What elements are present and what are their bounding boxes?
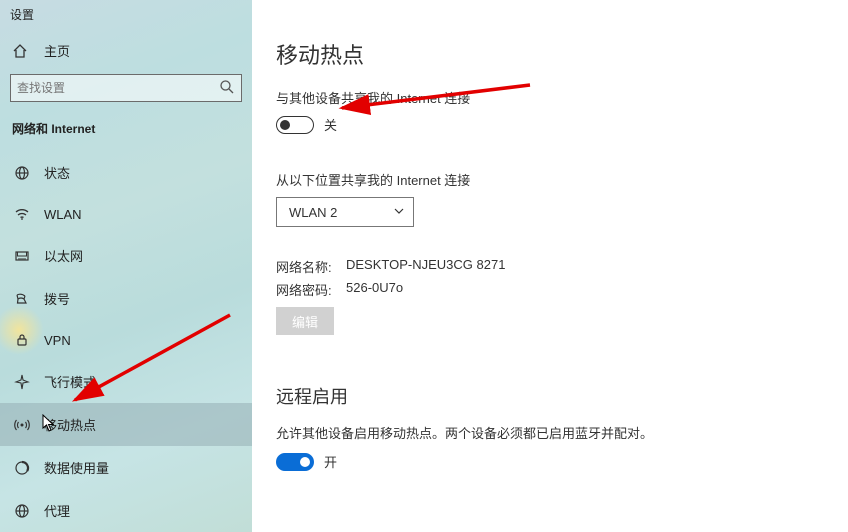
share-toggle-state: 关 [324,115,337,134]
vpn-icon [12,332,32,348]
page-title: 移动热点 [276,38,848,70]
sidebar-item-datausage[interactable]: 数据使用量 [0,446,252,489]
chevron-down-icon [393,205,405,220]
remote-desc: 允许其他设备启用移动热点。两个设备必须都已启用蓝牙并配对。 [276,423,848,442]
share-from-value: WLAN 2 [289,205,337,220]
sidebar-label: 以太网 [44,246,83,265]
ethernet-icon [12,248,32,264]
sidebar-label: 移动热点 [44,415,96,434]
remote-toggle[interactable] [276,453,314,471]
sidebar-label: 状态 [44,163,70,182]
sidebar-item-airplane[interactable]: 飞行模式 [0,360,252,403]
remote-toggle-state: 开 [324,452,337,471]
share-toggle-row: 关 [276,115,848,134]
remote-section: 远程启用 允许其他设备启用移动热点。两个设备必须都已启用蓝牙并配对。 开 [276,383,848,471]
sidebar-label: 代理 [44,501,70,520]
main-content: 移动热点 与其他设备共享我的 Internet 连接 关 从以下位置共享我的 I… [252,0,848,471]
network-pass-label: 网络密码: [276,280,346,299]
edit-button[interactable]: 编辑 [276,307,334,335]
network-pass-row: 网络密码: 526-0U7o [276,280,848,299]
network-name-label: 网络名称: [276,257,346,276]
sidebar-item-dialup[interactable]: 拨号 [0,277,252,320]
wifi-icon [12,206,32,222]
sidebar-label: WLAN [44,207,82,222]
sidebar-label: 拨号 [44,289,70,308]
sidebar-label: 数据使用量 [44,458,109,477]
share-label: 与其他设备共享我的 Internet 连接 [276,88,848,107]
share-from-select[interactable]: WLAN 2 [276,197,414,227]
share-toggle[interactable] [276,116,314,134]
globe-icon [12,165,32,181]
home-label: 主页 [44,41,70,60]
share-from-label: 从以下位置共享我的 Internet 连接 [276,170,848,189]
remote-title: 远程启用 [276,383,848,409]
sidebar-item-vpn[interactable]: VPN [0,320,252,360]
sidebar-category: 网络和 Internet [0,116,252,151]
sidebar-label: VPN [44,333,71,348]
network-pass-value: 526-0U7o [346,280,403,299]
sidebar-item-status[interactable]: 状态 [0,151,252,194]
sidebar-item-hotspot[interactable]: 移动热点 [0,403,252,446]
hotspot-icon [12,417,32,433]
sidebar-item-ethernet[interactable]: 以太网 [0,234,252,277]
sidebar-item-home[interactable]: 主页 [0,27,252,74]
app-title: 设置 [0,0,252,27]
settings-sidebar: 设置 主页 网络和 Internet 状态 WLAN 以太网 [0,0,252,532]
sidebar-label: 飞行模式 [44,372,96,391]
datausage-icon [12,460,32,476]
dialup-icon [12,291,32,307]
sidebar-item-proxy[interactable]: 代理 [0,489,252,532]
network-name-row: 网络名称: DESKTOP-NJEU3CG 8271 [276,257,848,276]
proxy-icon [12,503,32,519]
remote-toggle-row: 开 [276,452,848,471]
search-icon [218,78,236,96]
home-icon [12,43,30,59]
sidebar-item-wlan[interactable]: WLAN [0,194,252,234]
airplane-icon [12,374,32,390]
search-input[interactable] [10,74,242,102]
search-container [10,74,242,102]
network-name-value: DESKTOP-NJEU3CG 8271 [346,257,505,276]
